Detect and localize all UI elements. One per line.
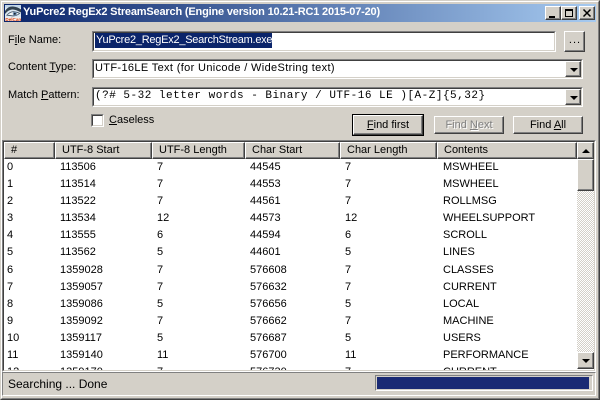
svg-text:DelCan: DelCan	[5, 17, 21, 21]
